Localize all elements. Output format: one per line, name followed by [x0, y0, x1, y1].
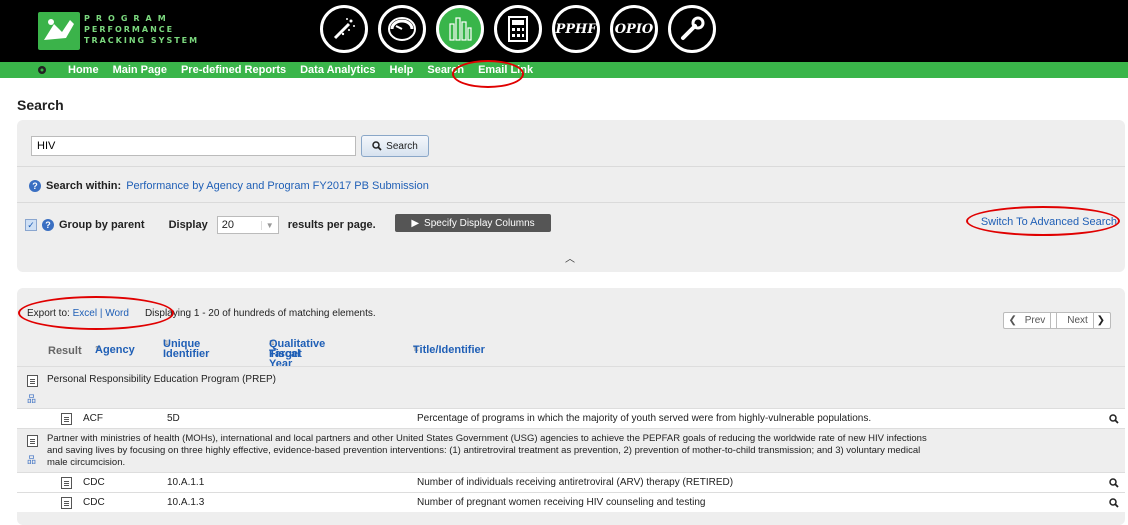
prev-button[interactable]: ❮ Prev — [1004, 313, 1058, 328]
row-id: 10.A.1.1 — [167, 477, 205, 488]
search-panel: Search ? Search within: Performance by A… — [17, 120, 1125, 272]
prev-label: Prev — [1019, 313, 1052, 328]
row-agency: ACF — [83, 413, 103, 424]
pager: ❮ Prev Next ❯ — [1002, 312, 1111, 329]
result-group-title: Personal Responsibility Education Progra… — [47, 374, 276, 385]
row-agency: CDC — [83, 497, 105, 508]
document-icon[interactable] — [61, 477, 72, 489]
export-highlight-circle — [18, 296, 174, 330]
advanced-search-highlight-circle — [966, 206, 1120, 236]
row-id: 5D — [167, 413, 180, 424]
search-icon — [372, 141, 382, 151]
result-group-title-line2: and saving lives by focusing on three hi… — [47, 445, 921, 456]
result-group: Personal Responsibility Education Progra… — [17, 366, 1125, 408]
search-within-label: Search within: — [46, 180, 122, 192]
hierarchy-icon[interactable]: 品 — [27, 392, 38, 404]
col-result: Result — [48, 345, 82, 357]
gear-icon[interactable] — [36, 64, 48, 76]
next-label: Next — [1062, 313, 1094, 328]
group-by-parent-checkbox[interactable]: ✓ — [25, 219, 37, 231]
display-label: Display — [168, 219, 208, 231]
next-button[interactable]: Next ❯ — [1057, 313, 1110, 328]
magnifier-icon[interactable] — [1109, 414, 1119, 424]
divider — [17, 166, 1125, 167]
logo-text: PROGRAM PERFORMANCE TRACKING SYSTEM — [84, 13, 199, 46]
col-title-label: Title/Identifier — [413, 344, 485, 356]
ppts-logo[interactable] — [38, 12, 80, 50]
opio-icon[interactable]: OPIO — [610, 5, 658, 53]
document-icon[interactable] — [61, 497, 72, 509]
play-icon: ▶ — [411, 217, 420, 229]
result-group-title-line3: male circumcision. — [47, 457, 126, 468]
result-group-title: Partner with ministries of health (MOHs)… — [47, 433, 1117, 469]
table-row[interactable]: CDC 10.A.1.1 Number of individuals recei… — [17, 472, 1125, 492]
col-unique-line2: Identifier — [163, 348, 210, 360]
logo-line-3: TRACKING SYSTEM — [84, 36, 200, 45]
nav-data-analytics[interactable]: Data Analytics — [300, 64, 375, 76]
result-group-title-line1: Partner with ministries of health (MOHs)… — [47, 433, 927, 444]
logo-line-2: PERFORMANCE — [84, 25, 175, 34]
magnifier-icon[interactable] — [1109, 478, 1119, 488]
module-icon-bar: PPHF OPIO — [320, 5, 716, 53]
search-button[interactable]: Search — [361, 135, 429, 157]
search-input[interactable] — [31, 136, 356, 156]
wrench-icon[interactable] — [668, 5, 716, 53]
pphf-icon[interactable]: PPHF — [552, 5, 600, 53]
nav-help[interactable]: Help — [390, 64, 414, 76]
results-per-page-value: 20 — [221, 219, 234, 231]
document-icon[interactable] — [61, 413, 72, 425]
row-title: Number of individuals receiving antiretr… — [417, 477, 734, 488]
specify-display-columns-button[interactable]: ▶ Specify Display Columns — [395, 214, 551, 232]
collapse-caret-icon[interactable]: ︿ — [565, 250, 575, 265]
chevron-down-icon: ▼ — [260, 220, 274, 230]
results-panel: Export to: Excel | Word Displaying 1 - 2… — [17, 288, 1125, 525]
data-building-icon[interactable] — [436, 5, 484, 53]
document-icon[interactable] — [27, 375, 38, 387]
results-header-row: Result ⇅ Agency ⇅ Unique Identifier ⇅ Qualit… — [17, 336, 1125, 370]
group-display-row: ✓ ? Group by parent Display 20 ▼ results… — [25, 216, 376, 234]
specify-display-columns-label: Specify Display Columns — [424, 217, 535, 229]
per-page-label: results per page. — [287, 219, 376, 231]
page-title: Search — [17, 97, 64, 113]
nav-predefined-reports[interactable]: Pre-defined Reports — [181, 64, 286, 76]
logo-line-1: PROGRAM — [84, 14, 172, 23]
table-row[interactable]: CDC 10.A.1.3 Number of pregnant women re… — [17, 492, 1125, 512]
app-header: PROGRAM PERFORMANCE TRACKING SYSTEM PPHF… — [0, 0, 1128, 62]
hierarchy-icon[interactable]: 品 — [27, 453, 38, 465]
search-within-row: ? Search within: Performance by Agency a… — [29, 180, 429, 192]
gauge-icon[interactable] — [378, 5, 426, 53]
row-title: Number of pregnant women receiving HIV c… — [417, 497, 706, 508]
magnifier-icon[interactable] — [1109, 498, 1119, 508]
wand-icon[interactable] — [320, 5, 368, 53]
divider — [17, 202, 1125, 203]
help-icon[interactable]: ? — [29, 180, 41, 192]
row-title: Percentage of programs in which the majo… — [417, 413, 872, 424]
search-highlight-circle — [452, 60, 524, 88]
row-id: 10.A.1.3 — [167, 497, 205, 508]
row-agency: CDC — [83, 477, 105, 488]
calculator-icon[interactable] — [494, 5, 542, 53]
col-agency-label: Agency — [95, 344, 135, 356]
nav-home[interactable]: Home — [68, 64, 99, 76]
table-row[interactable]: ACF 5D Percentage of programs in which t… — [17, 408, 1125, 428]
results-summary: Displaying 1 - 20 of hundreds of matchin… — [144, 308, 376, 319]
document-icon[interactable] — [27, 435, 38, 447]
main-nav: Home Main Page Pre-defined Reports Data … — [0, 62, 1128, 78]
help-icon[interactable]: ? — [42, 219, 54, 231]
results-per-page-select[interactable]: 20 ▼ — [216, 216, 279, 234]
nav-main-page[interactable]: Main Page — [113, 64, 167, 76]
search-within-link[interactable]: Performance by Agency and Program FY2017… — [126, 180, 429, 192]
result-group: 品 Partner with ministries of health (MOH… — [17, 428, 1125, 472]
group-by-parent-label: Group by parent — [59, 219, 145, 231]
search-button-label: Search — [386, 140, 418, 152]
